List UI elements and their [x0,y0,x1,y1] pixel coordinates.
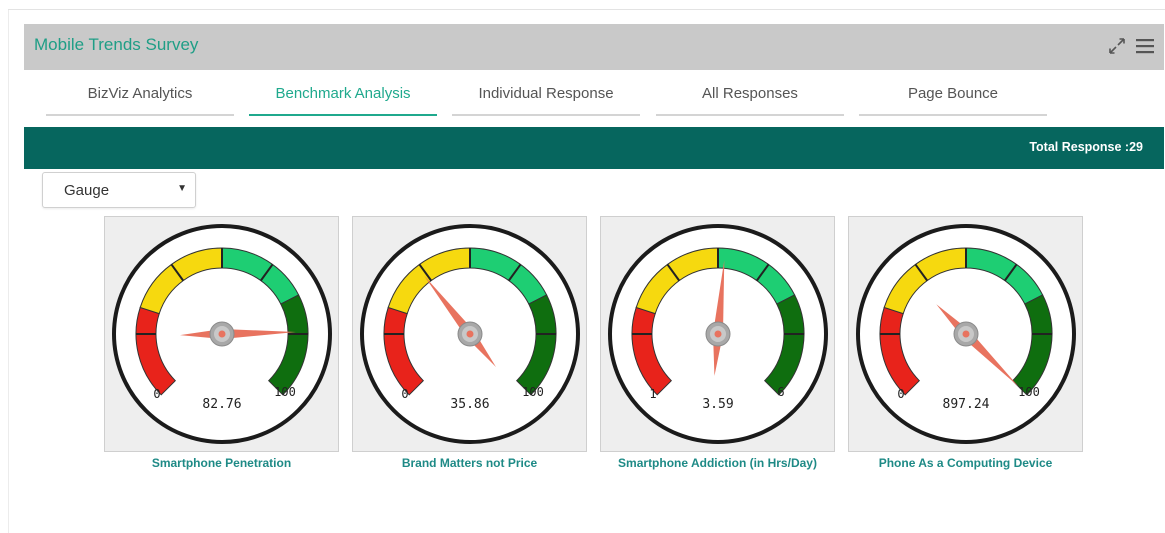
gauge-max-label: 100 [522,385,544,399]
total-response-count: Total Response :29 [1029,140,1143,154]
menu-icon[interactable] [1134,35,1156,57]
gauge-min-label: 0 [401,387,408,401]
gauge-title: Phone As a Computing Device [878,456,1053,470]
gauge-title: Brand Matters not Price [401,456,538,470]
gauge-hub-center [962,330,970,338]
gauge-chart: 1 63.59 [608,224,828,444]
gauge-chart: 0 100 897.24 [856,224,1076,444]
summary-banner: Total Response :29 [24,127,1164,169]
tab-all-responses[interactable]: All Responses [656,78,844,116]
tab-individual-response[interactable]: Individual Response [452,78,640,116]
gauge-card: 1 6 3.59 [600,216,835,452]
gauge-min-label: 1 [649,387,656,401]
chart-type-value: Gauge [64,182,110,199]
gauge-chart: 0 100 35.86 [360,224,580,444]
tab-benchmark-analysis[interactable]: Benchmark Analysis [249,78,437,116]
gauge-max-label: 6 [777,385,784,399]
gauge-value-label: 3.59 [702,397,733,412]
gauge-title: Smartphone Addiction (in Hrs/Day) [618,456,817,470]
gauge-min-label: 0 [153,387,160,401]
gauge-card: 0 100 82.76 [104,216,339,452]
expand-icon[interactable] [1106,35,1128,57]
gauge-value-label: 897.24 [943,397,990,412]
tab-page-bounce[interactable]: Page Bounce [859,78,1047,116]
panel-header: Mobile Trends Survey [24,24,1164,70]
gauge-chart: 0 100 82.76 [112,224,332,444]
gauge-hub-center [466,330,474,338]
gauge-value-label: 35.86 [450,397,489,412]
gauge-card: 0 100 897.24 [848,216,1083,452]
left-divider [8,10,9,533]
dropdown-arrow-icon: ▼ [177,183,187,194]
gauge-hub-center [714,330,722,338]
gauge-min-label: 0 [897,387,904,401]
gauge-title: Smartphone Penetration [151,456,292,470]
gauge-hub-center [218,330,226,338]
tab-bizviz-analytics[interactable]: BizViz Analytics [46,78,234,116]
gauge-max-label: 100 [274,385,296,399]
gauge-max-label: 100 [1018,385,1040,399]
gauge-value-label: 82.76 [202,397,241,412]
top-divider [8,9,1165,10]
chart-type-select[interactable]: Gauge ▼ [42,172,196,208]
gauge-card: 0 100 35.86 [352,216,587,452]
panel-title: Mobile Trends Survey [34,35,199,54]
